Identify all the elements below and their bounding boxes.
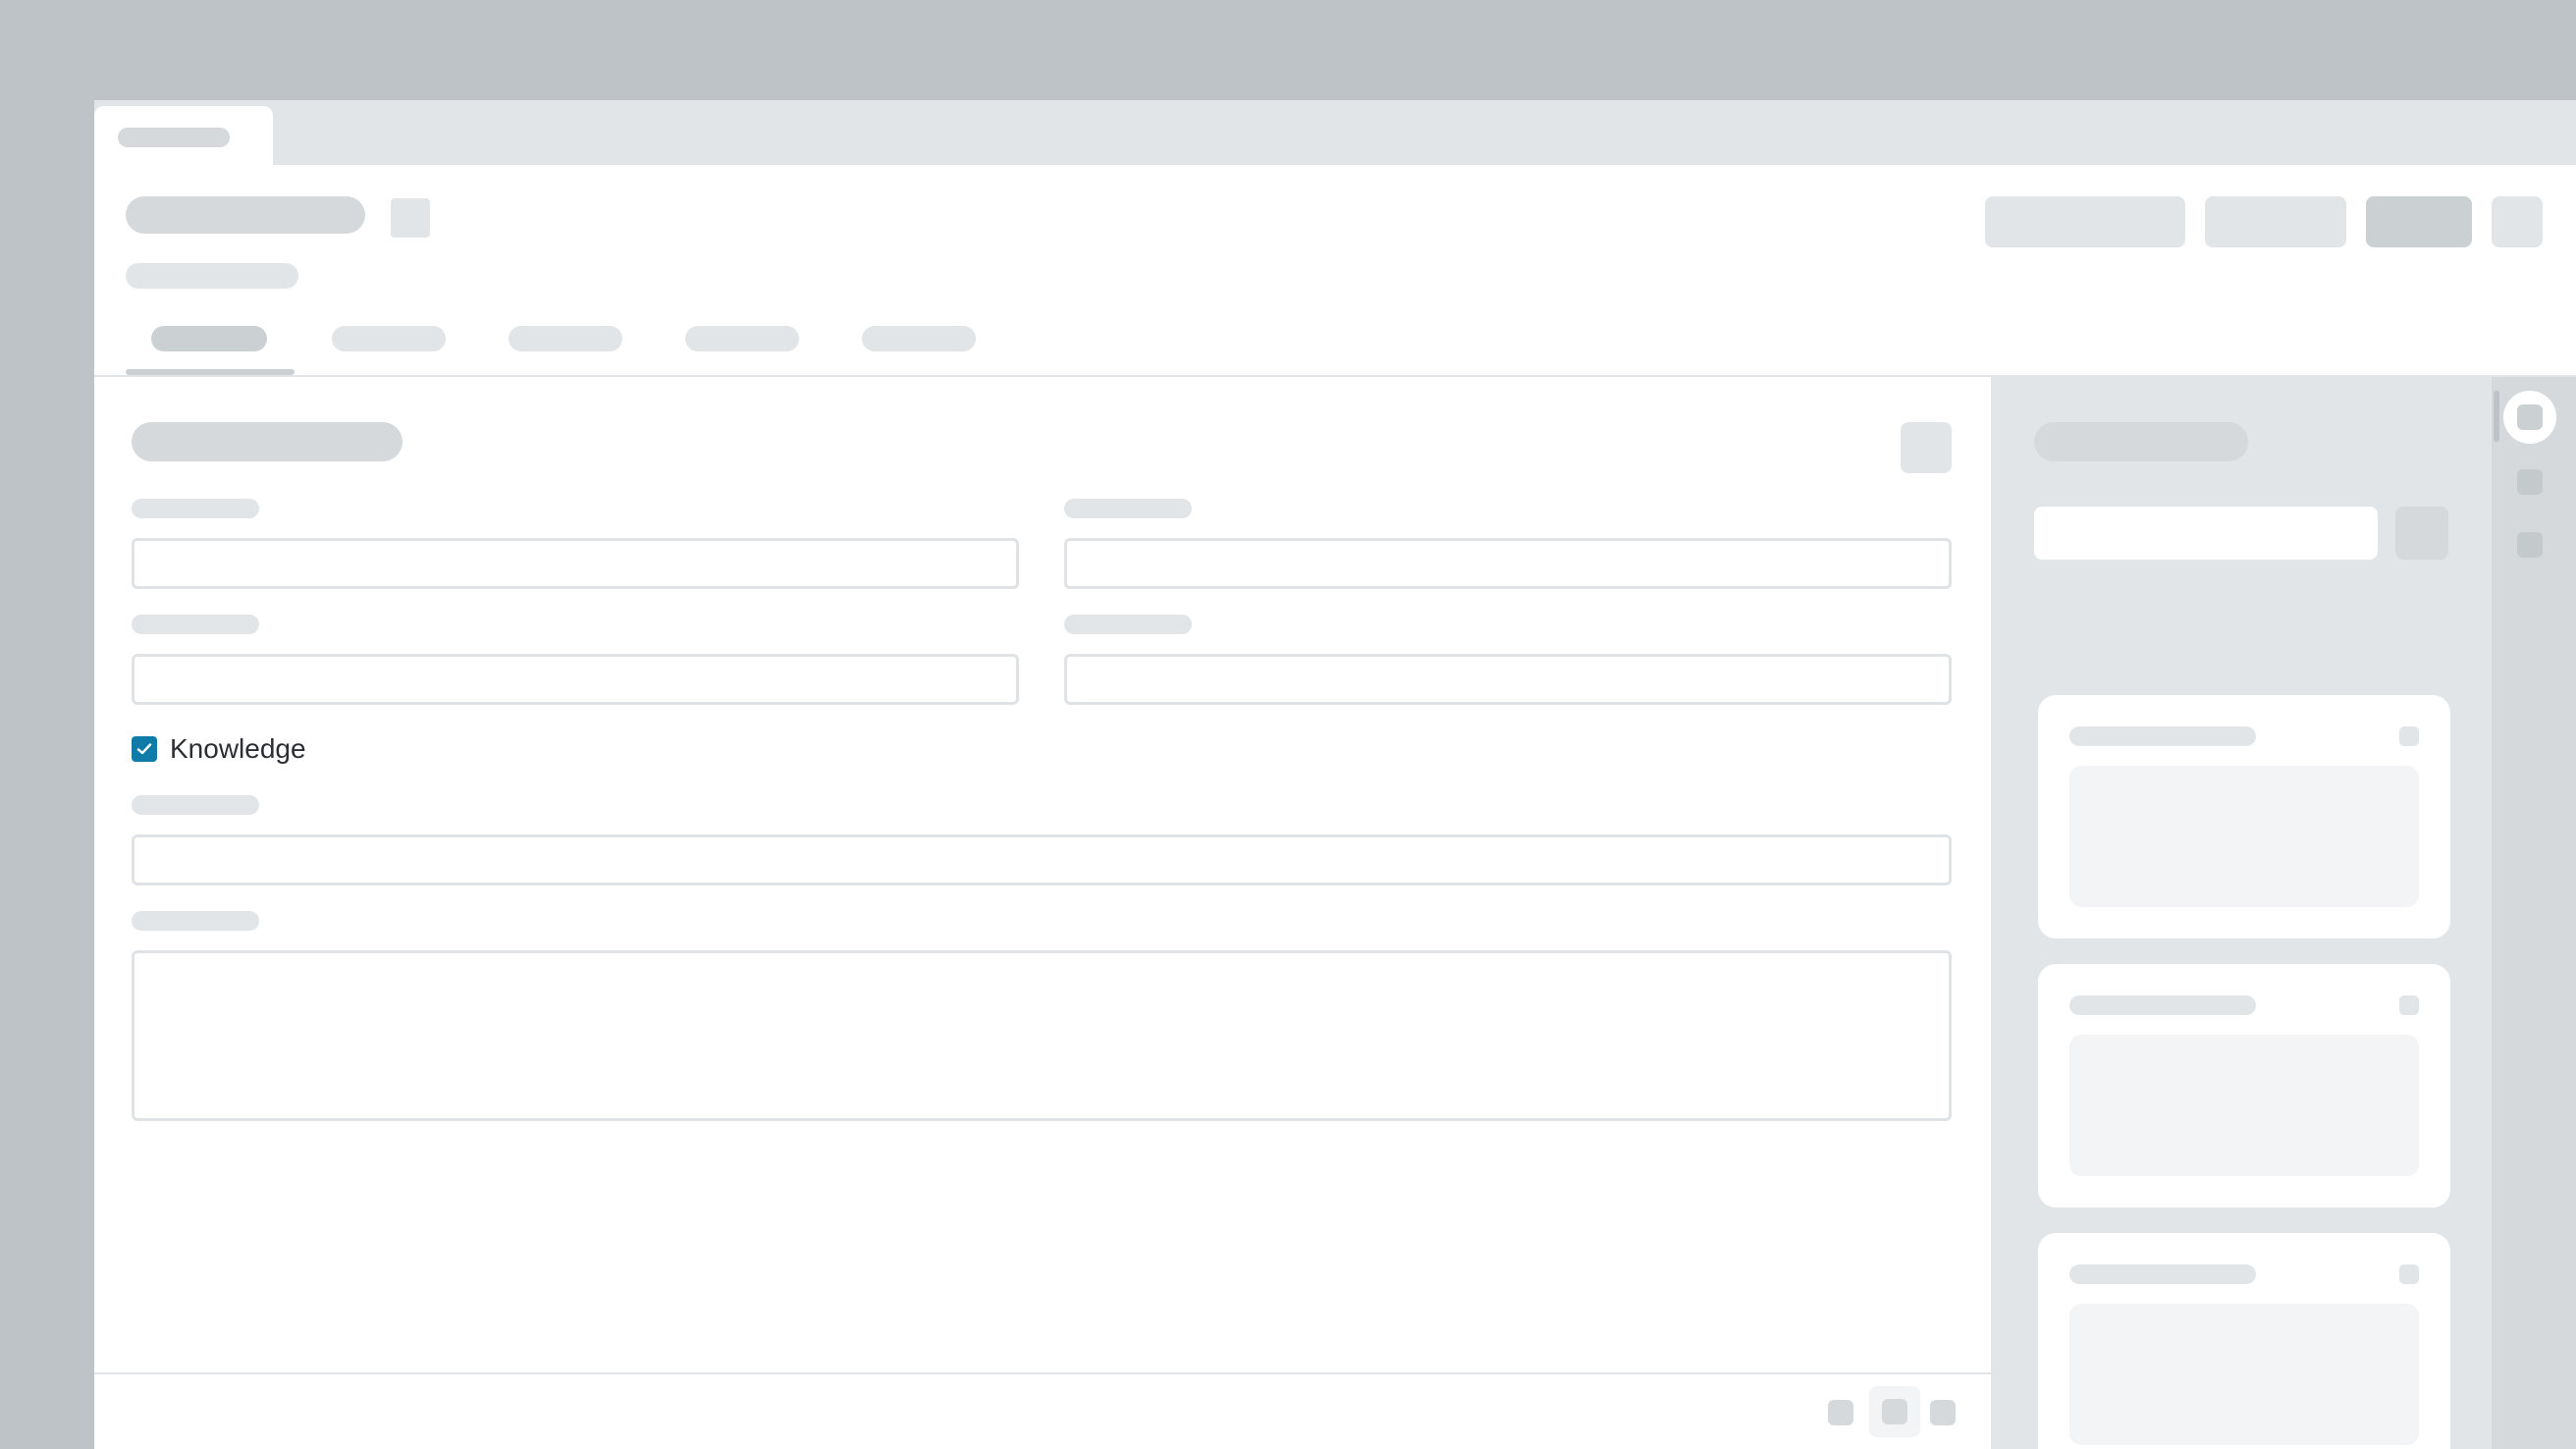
textarea-field[interactable] bbox=[132, 950, 1952, 1121]
footer-icon-3[interactable] bbox=[1930, 1400, 1956, 1425]
side-card-menu-icon[interactable] bbox=[2399, 1264, 2419, 1284]
tab-3[interactable] bbox=[509, 326, 622, 351]
side-card-menu-icon[interactable] bbox=[2399, 726, 2419, 746]
text-field-4[interactable] bbox=[1064, 654, 1952, 705]
active-tab-indicator bbox=[126, 369, 295, 375]
field-label-6 bbox=[132, 911, 259, 931]
tab-2[interactable] bbox=[332, 326, 446, 351]
page-title bbox=[126, 196, 365, 234]
side-card-1[interactable] bbox=[2038, 695, 2450, 939]
side-card-2[interactable] bbox=[2038, 964, 2450, 1208]
text-field-1[interactable] bbox=[132, 538, 1019, 589]
tab-4[interactable] bbox=[685, 326, 799, 351]
side-panel bbox=[1991, 377, 2492, 1449]
tab-title-placeholder bbox=[118, 128, 230, 147]
rail-icon-2[interactable] bbox=[2517, 469, 2543, 495]
rail-active-icon-wrap[interactable] bbox=[2503, 391, 2556, 444]
side-card-menu-icon[interactable] bbox=[2399, 995, 2419, 1015]
text-field-2[interactable] bbox=[1064, 538, 1952, 589]
side-card-body bbox=[2069, 766, 2419, 907]
field-label-5 bbox=[132, 795, 259, 815]
field-label-2 bbox=[1064, 499, 1192, 518]
title-action-icon[interactable] bbox=[391, 198, 430, 238]
header-button-2[interactable] bbox=[2205, 196, 2346, 247]
header-more-button[interactable] bbox=[2492, 196, 2543, 247]
check-icon bbox=[136, 743, 152, 755]
text-field-3[interactable] bbox=[132, 654, 1019, 705]
rail-scroll-indicator bbox=[2494, 391, 2499, 442]
section-action-button[interactable] bbox=[1901, 422, 1952, 473]
rail-icon-3[interactable] bbox=[2517, 532, 2543, 558]
browser-tab-active[interactable] bbox=[94, 106, 273, 165]
page-header bbox=[94, 165, 2576, 377]
app-window: Knowledge bbox=[94, 100, 2576, 1449]
side-card-body bbox=[2069, 1035, 2419, 1176]
side-card-3[interactable] bbox=[2038, 1233, 2450, 1449]
footer-icon-2 bbox=[1882, 1399, 1907, 1424]
field-label-4 bbox=[1064, 615, 1192, 634]
header-primary-button[interactable] bbox=[2366, 196, 2472, 247]
tab-strip bbox=[94, 100, 2576, 165]
side-panel-title bbox=[2034, 422, 2248, 461]
side-card-title bbox=[2069, 726, 2256, 746]
footer-bar bbox=[94, 1372, 1991, 1449]
side-panel-search-input[interactable] bbox=[2034, 507, 2378, 560]
rail-icon-1 bbox=[2517, 404, 2543, 430]
side-card-title bbox=[2069, 995, 2256, 1015]
side-card-title bbox=[2069, 1264, 2256, 1284]
header-button-1[interactable] bbox=[1985, 196, 2185, 247]
page-subtitle bbox=[126, 263, 298, 289]
field-label-3 bbox=[132, 615, 259, 634]
section-title bbox=[132, 422, 402, 461]
icon-rail bbox=[2492, 377, 2576, 1449]
side-card-body bbox=[2069, 1304, 2419, 1445]
field-label-1 bbox=[132, 499, 259, 518]
knowledge-checkbox[interactable] bbox=[132, 736, 157, 762]
checkbox-label: Knowledge bbox=[170, 733, 306, 764]
tab-1[interactable] bbox=[151, 326, 267, 351]
footer-icon-2-selected[interactable] bbox=[1869, 1386, 1920, 1437]
side-panel-search-button[interactable] bbox=[2395, 507, 2448, 560]
footer-icon-1[interactable] bbox=[1828, 1400, 1853, 1425]
tab-5[interactable] bbox=[862, 326, 976, 351]
text-field-wide[interactable] bbox=[132, 834, 1952, 886]
